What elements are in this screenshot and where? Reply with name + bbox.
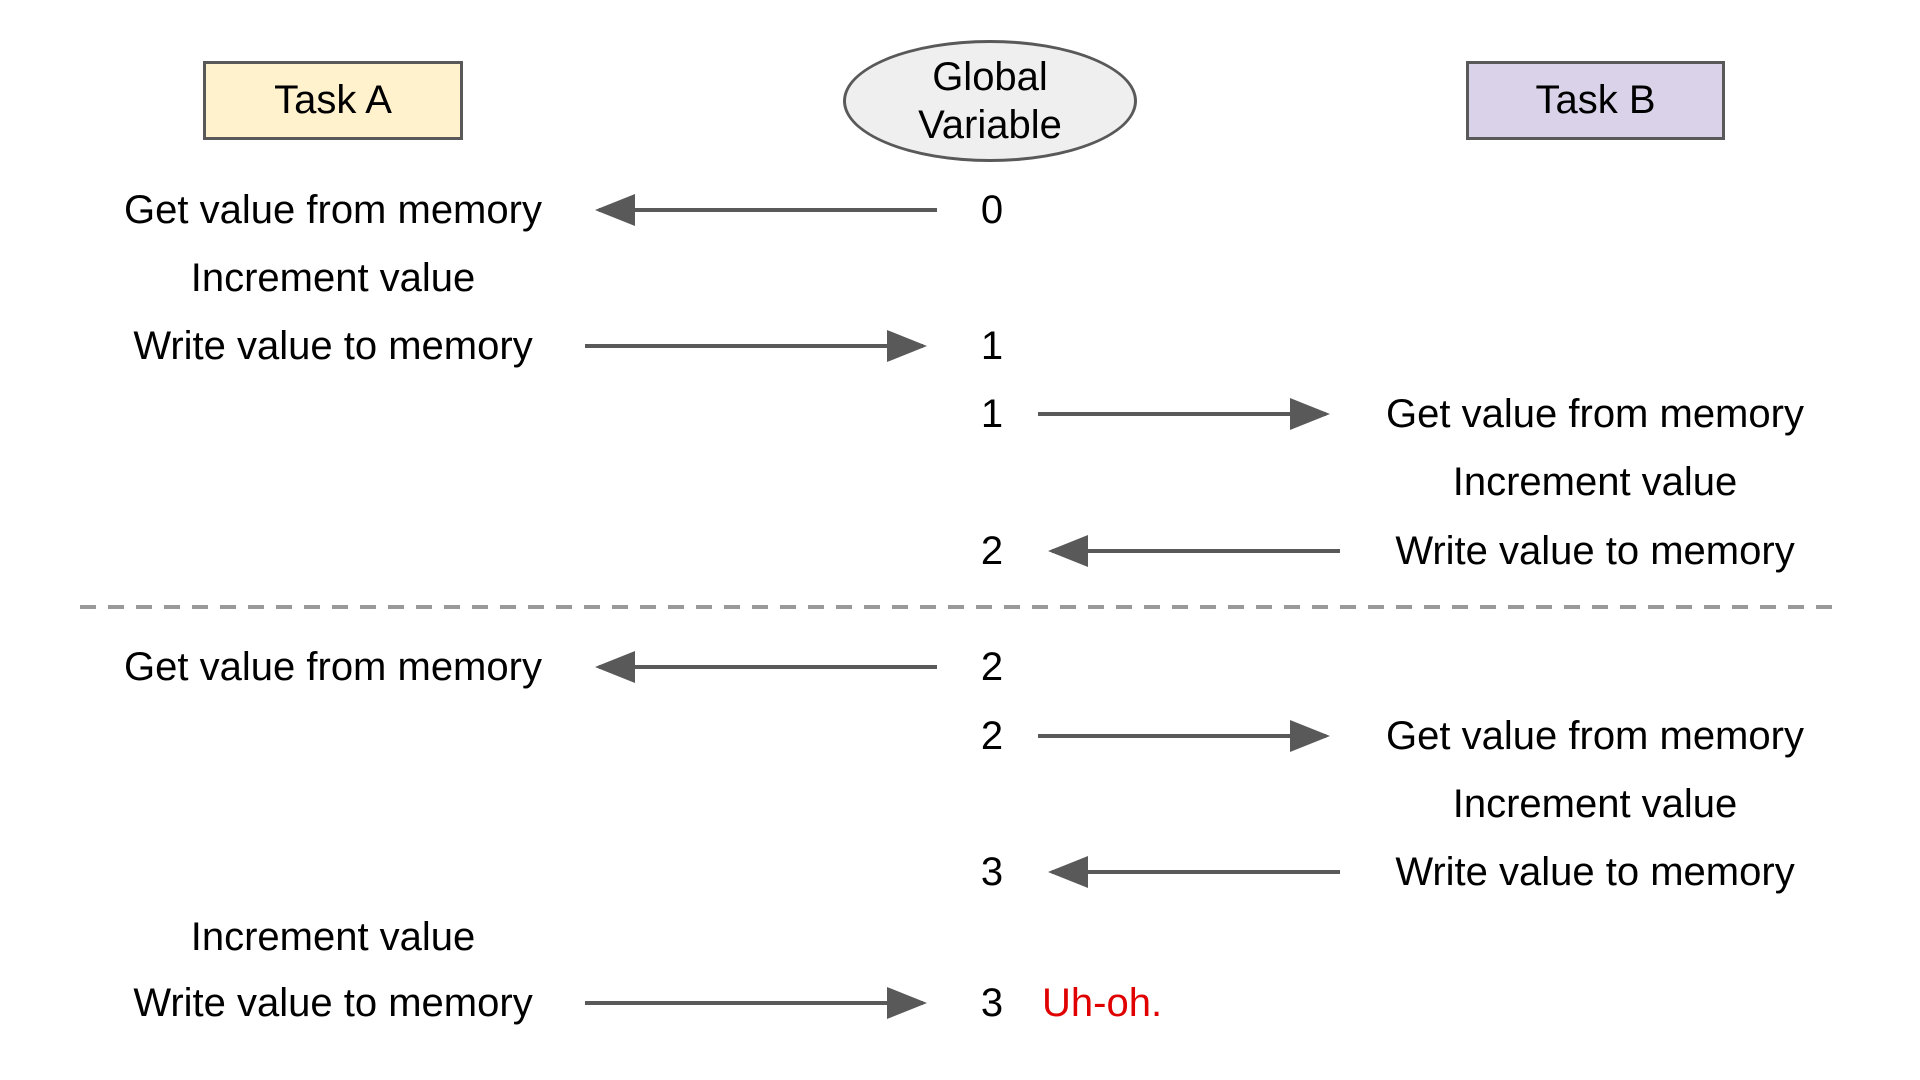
task-b-step: Increment value <box>1452 782 1738 826</box>
task-b-step: Write value to memory <box>1395 529 1795 573</box>
global-value: 3 <box>980 850 1004 894</box>
global-value: 2 <box>980 529 1004 573</box>
task-a-step: Get value from memory <box>124 188 542 232</box>
global-value: 2 <box>980 714 1004 758</box>
race-condition-warning: Uh-oh. <box>1042 981 1163 1025</box>
task-b-step: Write value to memory <box>1395 850 1795 894</box>
task-b-step: Get value from memory <box>1386 714 1804 758</box>
global-value: 1 <box>980 392 1004 436</box>
task-b-step: Increment value <box>1452 460 1738 504</box>
task-a-step: Write value to memory <box>133 981 533 1025</box>
global-value: 2 <box>980 645 1004 689</box>
task-a-step: Write value to memory <box>133 324 533 368</box>
task-a-step: Increment value <box>190 256 476 300</box>
task-a-step: Get value from memory <box>124 645 542 689</box>
global-value: 1 <box>980 324 1004 368</box>
global-value: 3 <box>980 981 1004 1025</box>
task-a-step: Increment value <box>190 915 476 959</box>
global-value: 0 <box>980 188 1004 232</box>
task-b-step: Get value from memory <box>1386 392 1804 436</box>
